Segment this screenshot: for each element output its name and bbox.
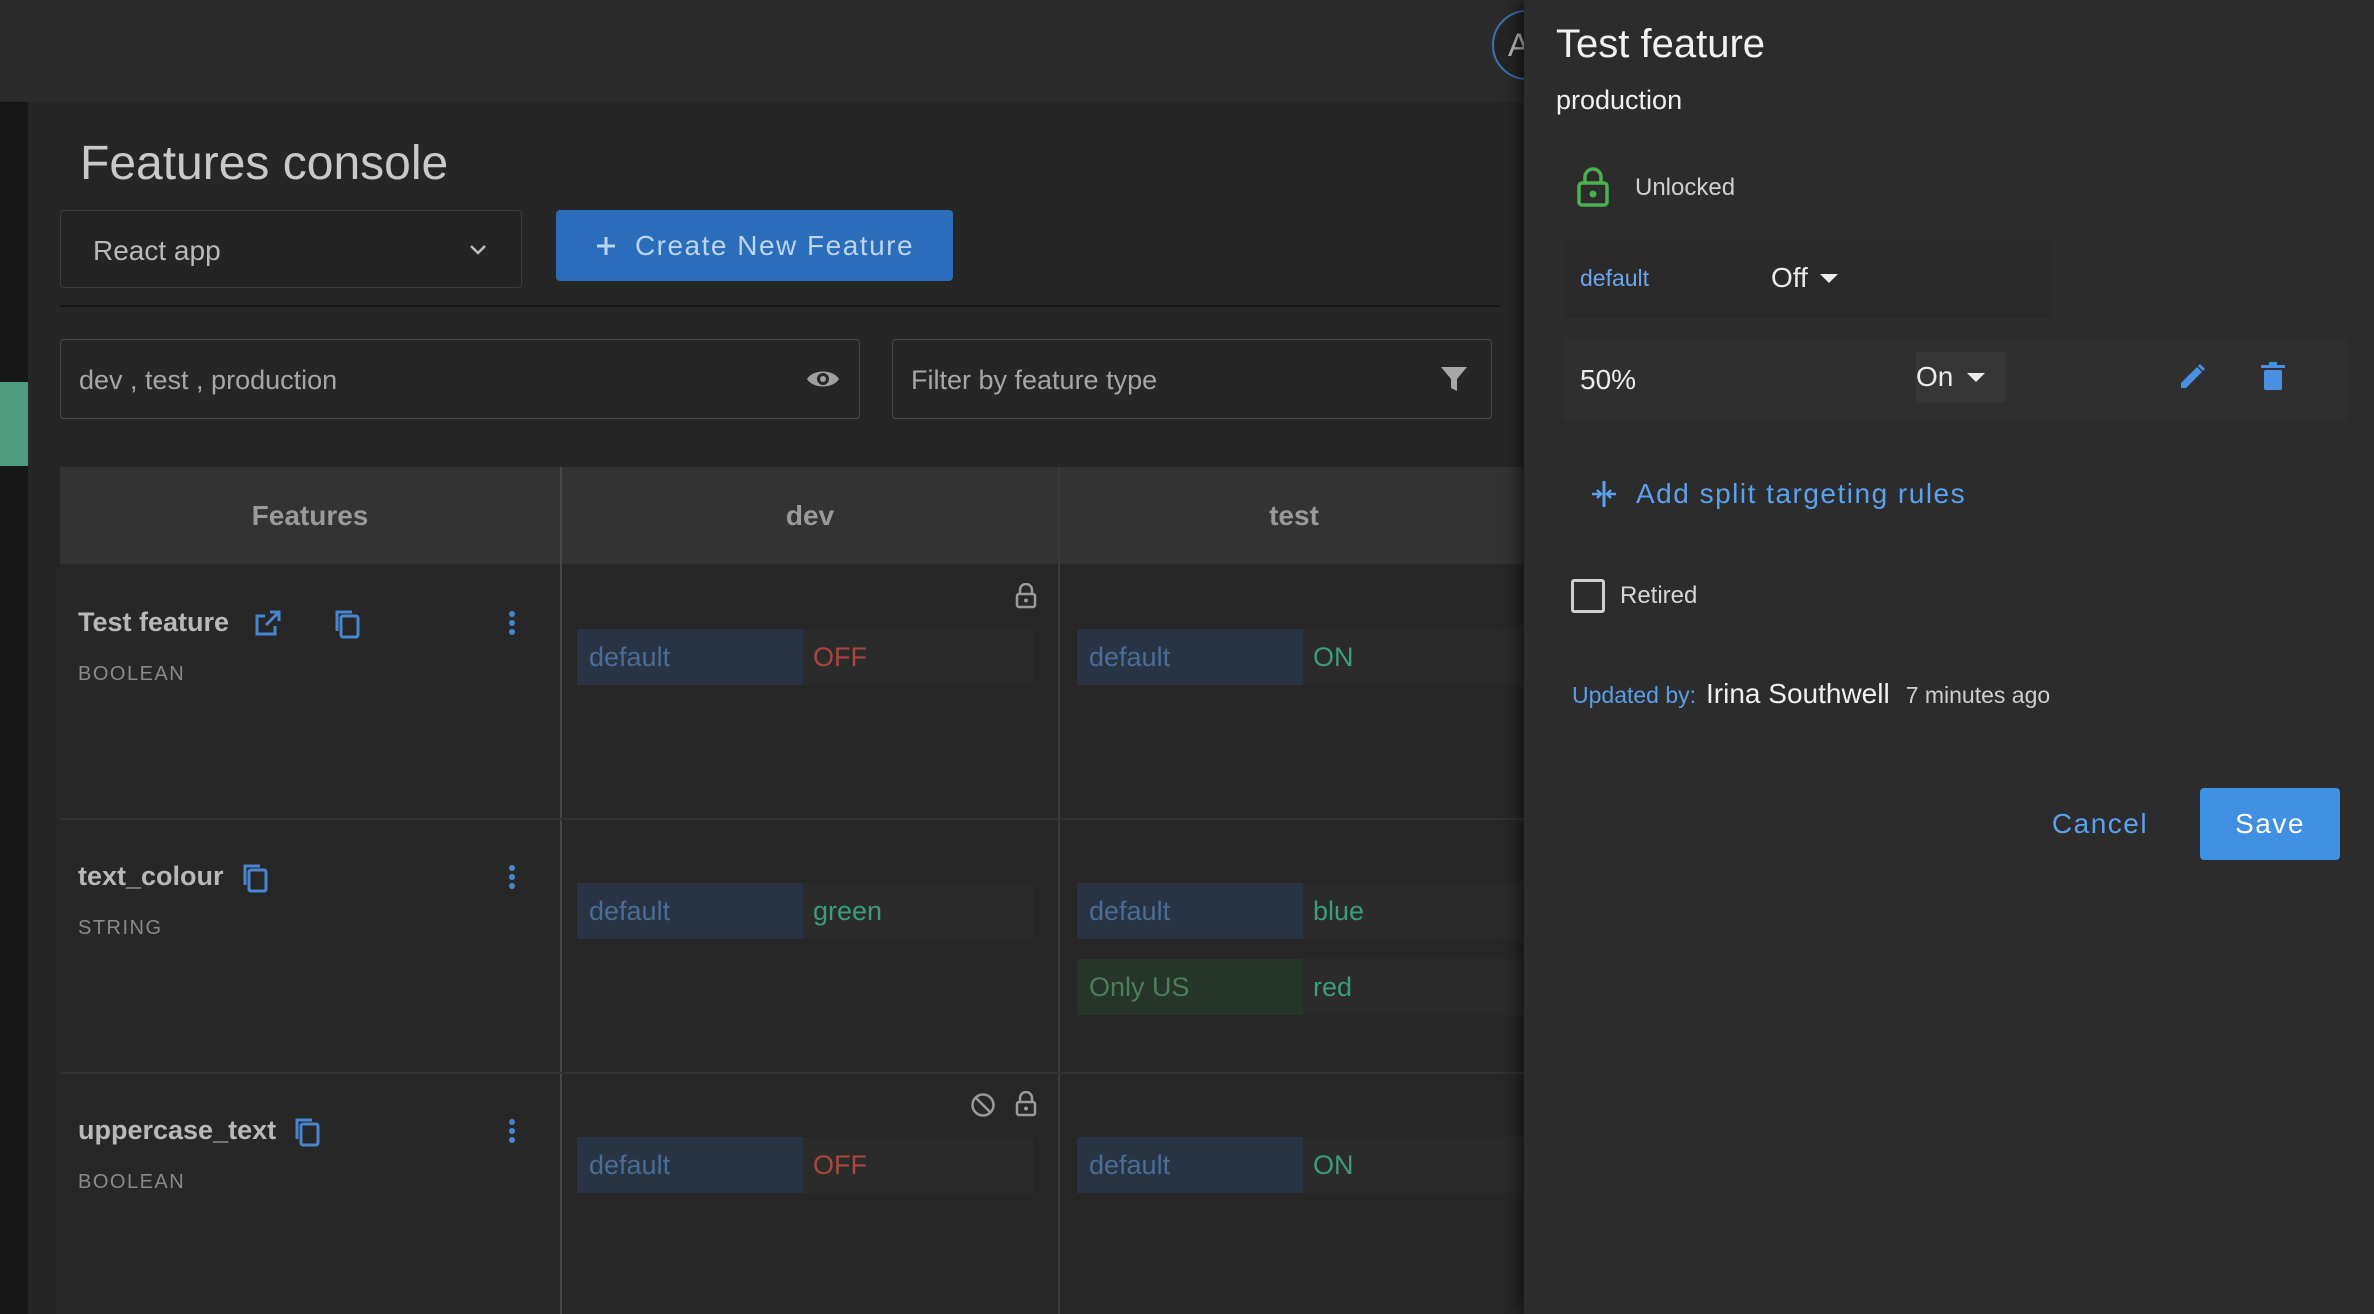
chevron-down-icon xyxy=(470,245,486,255)
cancel-button[interactable]: Cancel xyxy=(2030,788,2170,860)
rule-value: OFF xyxy=(803,1137,1033,1193)
feature-type: STRING xyxy=(78,917,163,939)
rule-key: default xyxy=(1077,629,1303,685)
updated-time: 7 minutes ago xyxy=(1905,682,2051,708)
trash-icon[interactable] xyxy=(2260,362,2286,392)
column-divider xyxy=(560,467,562,1314)
external-link-icon[interactable] xyxy=(253,608,283,638)
more-vert-icon[interactable] xyxy=(507,862,517,892)
test-value-chip[interactable]: default ON xyxy=(1077,1137,1533,1193)
rule-key: default xyxy=(577,883,803,939)
divider xyxy=(60,305,1500,307)
caret-down-icon xyxy=(1967,372,1986,382)
test-value-chip[interactable]: default blue xyxy=(1077,883,1533,939)
lock-open-icon[interactable] xyxy=(1576,167,1610,207)
feature-name[interactable]: text_colour xyxy=(78,861,224,892)
column-header-features: Features xyxy=(60,467,560,564)
environment-filter-value: dev , test , production xyxy=(79,365,338,395)
environment-filter-field[interactable]: dev , test , production xyxy=(60,339,860,419)
rule-value: red xyxy=(1303,959,1533,1015)
default-label: default xyxy=(1580,265,1650,291)
split-percent[interactable]: 50% xyxy=(1580,364,1636,396)
rule-key: default xyxy=(1077,883,1303,939)
feature-type: BOOLEAN xyxy=(78,663,186,685)
caret-down-icon xyxy=(1819,273,1838,283)
retired-label: Retired xyxy=(1620,582,1698,609)
pencil-icon[interactable] xyxy=(2177,362,2207,392)
default-value: Off xyxy=(1771,262,1808,293)
default-value-select[interactable]: Off xyxy=(1771,262,1838,294)
copy-icon[interactable] xyxy=(292,1116,322,1148)
filter-icon xyxy=(1441,367,1467,391)
left-sidebar xyxy=(0,102,28,1314)
lock-status: Unlocked xyxy=(1635,174,1736,201)
add-split-label: Add split targeting rules xyxy=(1636,478,1967,509)
row-divider xyxy=(60,1072,1528,1074)
dev-value-chip[interactable]: default OFF xyxy=(577,629,1033,685)
lock-icon xyxy=(1015,583,1037,609)
more-vert-icon[interactable] xyxy=(507,1116,517,1146)
app-select[interactable]: React app xyxy=(60,210,522,288)
page-title: Features console xyxy=(80,137,449,190)
more-vert-icon[interactable] xyxy=(507,608,517,638)
rule-value: green xyxy=(803,883,1033,939)
copy-icon[interactable] xyxy=(332,608,362,640)
create-feature-label: Create New Feature xyxy=(634,229,915,261)
updated-by-info: Updated by: Irina Southwell 7 minutes ag… xyxy=(1572,678,2050,710)
rule-value: OFF xyxy=(803,629,1033,685)
app-select-value: React app xyxy=(93,235,221,266)
test-value-chip[interactable]: default ON xyxy=(1077,629,1533,685)
eye-icon[interactable] xyxy=(805,362,841,396)
split-value: On xyxy=(1916,361,1954,392)
rule-value: ON xyxy=(1303,1137,1533,1193)
copy-icon[interactable] xyxy=(240,862,270,894)
split-value-select[interactable]: On xyxy=(1916,352,2006,402)
add-split-targeting-button[interactable]: Add split targeting rules xyxy=(1590,478,1966,510)
test-rule-chip[interactable]: Only US red xyxy=(1077,959,1533,1015)
rule-key: default xyxy=(577,629,803,685)
split-icon xyxy=(1592,481,1616,507)
feature-type: BOOLEAN xyxy=(78,1171,186,1193)
rule-key: default xyxy=(577,1137,803,1193)
lock-icon xyxy=(1015,1091,1037,1117)
save-button[interactable]: Save xyxy=(2200,788,2340,860)
retired-checkbox[interactable] xyxy=(1571,579,1605,613)
plus-icon xyxy=(596,236,615,255)
feature-type-filter[interactable]: Filter by feature type xyxy=(892,339,1492,419)
create-feature-button[interactable]: Create New Feature xyxy=(556,210,953,281)
rule-key: Only US xyxy=(1077,959,1303,1015)
block-icon xyxy=(971,1093,995,1117)
dev-value-chip[interactable]: default green xyxy=(577,883,1033,939)
dev-value-chip[interactable]: default OFF xyxy=(577,1137,1033,1193)
sidebar-active-indicator[interactable] xyxy=(0,382,28,466)
drawer-environment: production xyxy=(1556,85,1683,115)
rule-value: ON xyxy=(1303,629,1533,685)
column-header-test: test xyxy=(1060,467,1528,564)
feature-name[interactable]: uppercase_text xyxy=(78,1115,276,1146)
column-header-dev: dev xyxy=(562,467,1058,564)
feature-name[interactable]: Test feature xyxy=(78,607,229,638)
updated-by-label: Updated by: xyxy=(1572,682,1697,708)
feature-type-filter-placeholder: Filter by feature type xyxy=(911,365,1158,395)
row-divider xyxy=(60,818,1528,820)
updated-by-name: Irina Southwell xyxy=(1706,678,1890,709)
column-divider xyxy=(1058,467,1060,1314)
rule-key: default xyxy=(1077,1137,1303,1193)
rule-value: blue xyxy=(1303,883,1533,939)
drawer-title: Test feature xyxy=(1556,22,1766,66)
